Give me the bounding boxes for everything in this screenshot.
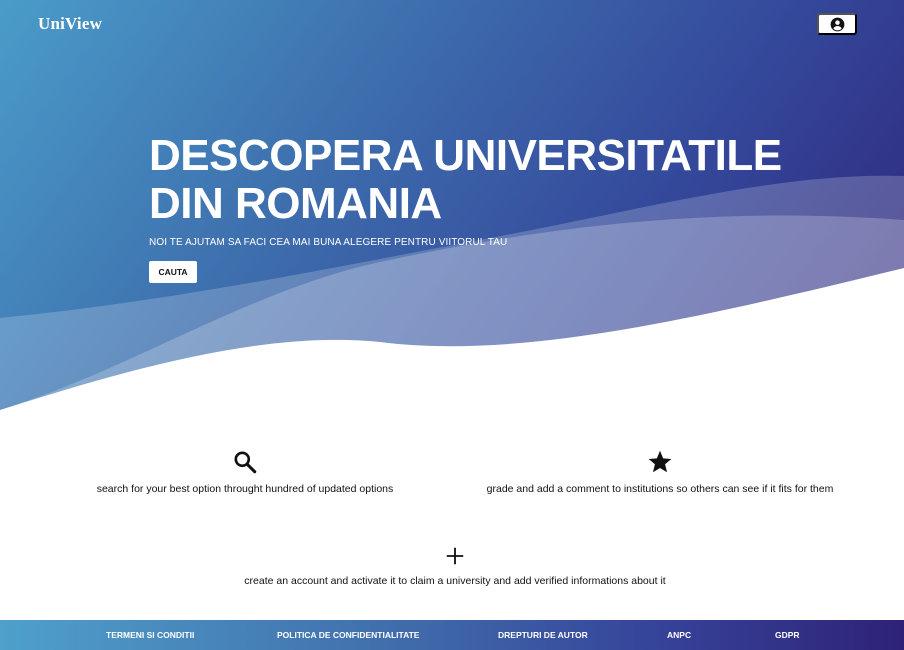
plus-icon xyxy=(446,547,464,565)
feature-account-text: create an account and activate it to cla… xyxy=(244,575,666,587)
footer-link-copyright[interactable]: DREPTURI DE AUTOR xyxy=(498,630,588,640)
search-icon xyxy=(234,451,257,474)
footer: TERMENI SI CONDITII POLITICA DE CONFIDEN… xyxy=(0,620,904,650)
feature-account: create an account and activate it to cla… xyxy=(240,545,670,587)
brand-logo[interactable]: UniView xyxy=(38,14,102,34)
account-circle-icon xyxy=(830,17,844,31)
feature-rate: grade and add a comment to institutions … xyxy=(480,449,840,495)
search-cta-button[interactable]: CAUTA xyxy=(149,261,197,283)
page-title: DESCOPERA UNIVERSITATILE DIN ROMANIA xyxy=(149,132,849,228)
footer-link-gdpr[interactable]: GDPR xyxy=(775,630,800,640)
hero-section: UniView DESCOPERA UNIVERSITATILE DIN ROM… xyxy=(0,0,904,420)
feature-search: search for your best option throught hun… xyxy=(90,449,400,495)
footer-link-privacy[interactable]: POLITICA DE CONFIDENTIALITATE xyxy=(277,630,419,640)
page-title-line-1: DESCOPERA UNIVERSITATILE xyxy=(149,131,782,180)
page-title-line-2: DIN ROMANIA xyxy=(149,179,442,228)
footer-link-anpc[interactable]: ANPC xyxy=(667,630,691,640)
star-icon xyxy=(648,450,672,473)
feature-rate-text: grade and add a comment to institutions … xyxy=(486,483,834,495)
account-button[interactable] xyxy=(817,13,857,35)
footer-link-terms[interactable]: TERMENI SI CONDITII xyxy=(106,630,194,640)
feature-search-text: search for your best option throught hun… xyxy=(96,483,394,495)
hero-subtitle: NOI TE AJUTAM SA FACI CEA MAI BUNA ALEGE… xyxy=(149,237,508,248)
